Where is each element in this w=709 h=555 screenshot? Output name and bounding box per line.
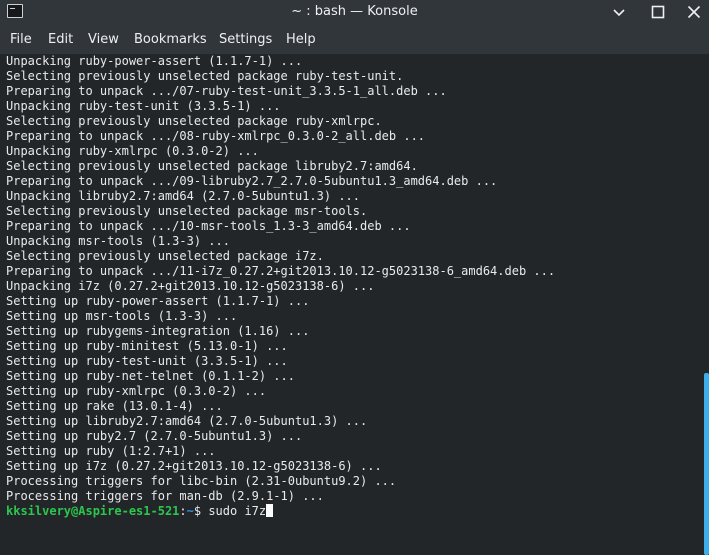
terminal-line: Selecting previously unselected package … bbox=[6, 204, 368, 218]
menu-edit[interactable]: Edit bbox=[48, 32, 73, 47]
terminal-line: Unpacking ruby-power-assert (1.1.7-1) ..… bbox=[6, 54, 303, 68]
terminal-line: Setting up libruby2.7:amd64 (2.7.0-5ubun… bbox=[6, 414, 368, 428]
terminal-line: Selecting previously unselected package … bbox=[6, 69, 404, 83]
terminal-line: Unpacking libruby2.7:amd64 (2.7.0-5ubunt… bbox=[6, 189, 361, 203]
terminal-line: Preparing to unpack .../08-ruby-xmlrpc_0… bbox=[6, 129, 426, 143]
terminal-line: Setting up ruby-net-telnet (0.1.1-2) ... bbox=[6, 369, 295, 383]
terminal-line: Unpacking i7z (0.27.2+git2013.10.12-g502… bbox=[6, 279, 375, 293]
window-title: ~ : bash — Konsole bbox=[291, 4, 418, 19]
terminal-line: Processing triggers for libc-bin (2.31-0… bbox=[6, 474, 397, 488]
terminal-line: Selecting previously unselected package … bbox=[6, 249, 324, 263]
terminal-line: Setting up msr-tools (1.3-3) ... bbox=[6, 309, 238, 323]
prompt-line[interactable]: kksilvery@Aspire-es1-521:~$ sudo i7z bbox=[6, 504, 274, 519]
konsole-window: ~ : bash — Konsole File Edit View Bookma… bbox=[0, 0, 709, 555]
minimize-button[interactable] bbox=[608, 2, 630, 22]
terminal-line: Selecting previously unselected package … bbox=[6, 114, 382, 128]
menu-settings[interactable]: Settings bbox=[219, 32, 272, 47]
prompt-symbol: $ bbox=[193, 504, 202, 518]
terminal-line: Setting up ruby-xmlrpc (0.3.0-2) ... bbox=[6, 384, 267, 398]
minimize-icon bbox=[613, 9, 625, 17]
terminal-line: Processing triggers for man-db (2.9.1-1)… bbox=[6, 489, 324, 503]
typed-command: sudo i7z bbox=[201, 504, 267, 518]
terminal-line: Preparing to unpack .../09-libruby2.7_2.… bbox=[6, 174, 498, 188]
close-button[interactable] bbox=[683, 2, 705, 22]
terminal-line: Setting up ruby-minitest (5.13.0-1) ... bbox=[6, 339, 288, 353]
terminal-line: Unpacking ruby-test-unit (3.3.5-1) ... bbox=[6, 99, 281, 113]
terminal-line: Setting up ruby-power-assert (1.1.7-1) .… bbox=[6, 294, 310, 308]
terminal-line: Setting up i7z (0.27.2+git2013.10.12-g50… bbox=[6, 459, 382, 473]
menu-bar: File Edit View Bookmarks Settings Help bbox=[0, 25, 709, 54]
close-icon bbox=[687, 5, 701, 19]
terminal-line: Unpacking msr-tools (1.3-3) ... bbox=[6, 234, 230, 248]
terminal-line: Preparing to unpack .../11-i7z_0.27.2+gi… bbox=[6, 264, 556, 278]
prompt-user-host: kksilvery@Aspire-es1-521 bbox=[6, 504, 180, 518]
terminal-line: Selecting previously unselected package … bbox=[6, 159, 418, 173]
terminal-line: Setting up ruby-test-unit (3.3.5-1) ... bbox=[6, 354, 288, 368]
scrollbar-thumb[interactable] bbox=[704, 373, 709, 555]
menu-help[interactable]: Help bbox=[286, 32, 316, 47]
terminal-output[interactable]: Unpacking ruby-power-assert (1.1.7-1) ..… bbox=[0, 54, 701, 555]
terminal-line: Setting up ruby (1:2.7+1) ... bbox=[6, 444, 216, 458]
title-bar[interactable]: ~ : bash — Konsole bbox=[0, 0, 709, 25]
menu-view[interactable]: View bbox=[88, 32, 119, 47]
prompt-path: ~ bbox=[186, 504, 194, 518]
terminal-line: Setting up rubygems-integration (1.16) .… bbox=[6, 324, 310, 338]
maximize-icon bbox=[651, 5, 665, 19]
terminal-line: Preparing to unpack .../07-ruby-test-uni… bbox=[6, 84, 447, 98]
menu-file[interactable]: File bbox=[10, 32, 32, 47]
terminal-line: Preparing to unpack .../10-msr-tools_1.3… bbox=[6, 219, 411, 233]
menu-bookmarks[interactable]: Bookmarks bbox=[134, 32, 207, 47]
text-cursor bbox=[266, 504, 274, 517]
terminal-line: Setting up ruby2.7 (2.7.0-5ubuntu1.3) ..… bbox=[6, 429, 303, 443]
maximize-button[interactable] bbox=[647, 2, 669, 22]
terminal-line: Setting up rake (13.0.1-4) ... bbox=[6, 399, 223, 413]
prompt-separator: : bbox=[179, 504, 187, 518]
terminal-line: Unpacking ruby-xmlrpc (0.3.0-2) ... bbox=[6, 144, 259, 158]
vertical-scrollbar[interactable] bbox=[701, 54, 709, 555]
